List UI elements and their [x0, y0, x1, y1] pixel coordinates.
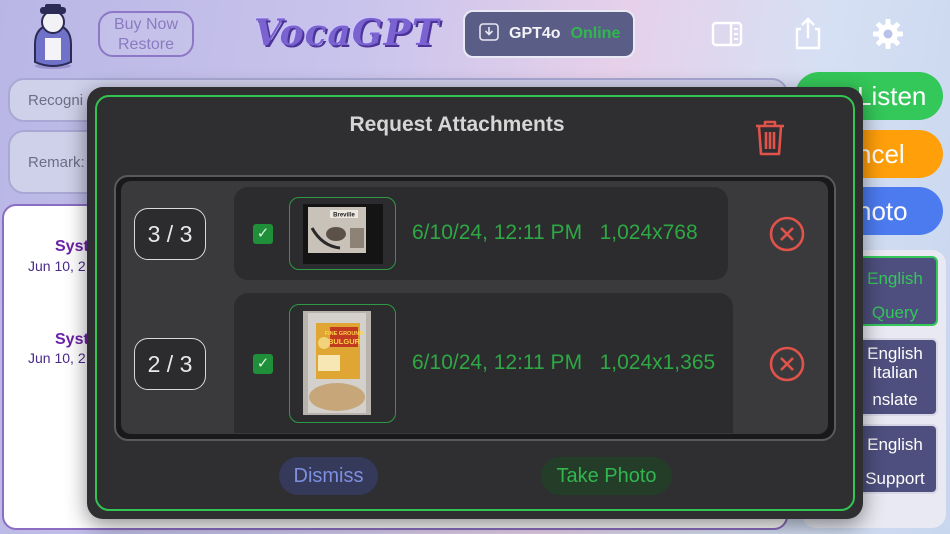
- entry-sender: Syst: [55, 238, 89, 255]
- query-lang-label: English: [867, 269, 923, 288]
- photo-label: hoto: [857, 196, 908, 226]
- translate-mode-button[interactable]: English Italian nslate: [852, 338, 938, 416]
- restore-label: Restore: [117, 36, 175, 53]
- support-mode-button[interactable]: English Support: [852, 424, 938, 494]
- attachment-counter: 3 / 3: [134, 208, 206, 260]
- attachment-thumbnail[interactable]: Breville: [289, 197, 396, 270]
- remove-circle-icon[interactable]: [768, 215, 806, 253]
- download-icon: [479, 22, 499, 46]
- gear-icon[interactable]: [872, 18, 904, 50]
- app-logo: VocaGPT: [254, 12, 440, 54]
- attachment-checkbox[interactable]: ✓: [253, 224, 273, 244]
- attachment-meta: 6/10/24, 12:11 PM 1,024x768: [412, 221, 698, 245]
- model-name: GPT4o: [509, 25, 561, 42]
- query-mode-label: Query: [871, 303, 919, 322]
- attachment-date: 6/10/24, 12:11 PM: [412, 351, 583, 374]
- entry-date: Jun 10, 2: [28, 350, 86, 366]
- list-item[interactable]: Syst: [55, 238, 89, 256]
- sidebar-toggle-icon[interactable]: [711, 18, 743, 50]
- attachment-meta: 6/10/24, 12:11 PM 1,024x1,365: [412, 351, 715, 375]
- translate-mode-label: nslate: [872, 390, 918, 409]
- attachment-date: 6/10/24, 12:11 PM: [412, 221, 583, 244]
- share-icon[interactable]: [792, 16, 824, 50]
- avatar-icon[interactable]: [30, 4, 76, 70]
- recognize-placeholder: Recogni: [28, 92, 84, 109]
- support-lang-label: English: [867, 435, 923, 454]
- buy-restore-button[interactable]: Buy Now Restore: [98, 11, 194, 57]
- query-mode-button[interactable]: English Query: [852, 256, 938, 326]
- attachment-counter: 2 / 3: [134, 338, 206, 390]
- dismiss-button[interactable]: Dismiss: [279, 457, 378, 495]
- remark-label: Remark:: [28, 154, 85, 171]
- attachment-size: 1,024x1,365: [599, 351, 716, 374]
- entry-sender: Syst: [55, 331, 89, 348]
- trash-icon[interactable]: [752, 118, 788, 158]
- attachment-checkbox[interactable]: ✓: [253, 354, 273, 374]
- breville-photo: Breville: [303, 204, 383, 264]
- take-photo-button[interactable]: Take Photo: [541, 457, 672, 495]
- entry-date: Jun 10, 2: [28, 258, 86, 274]
- buy-now-label: Buy Now: [113, 16, 179, 33]
- model-selector[interactable]: GPT4o Online: [463, 10, 635, 58]
- bulgur-photo: FINE GROUND BULGUR: [303, 311, 371, 415]
- list-item[interactable]: Syst: [55, 331, 89, 349]
- modal-title: Request Attachments: [349, 113, 565, 136]
- translate-source-label: English: [867, 344, 923, 363]
- model-status: Online: [570, 25, 621, 42]
- listen-label: Listen: [857, 81, 927, 111]
- cancel-label: ncel: [857, 139, 905, 169]
- svg-text:BULGUR: BULGUR: [328, 337, 361, 346]
- attachment-size: 1,024x768: [599, 221, 698, 244]
- support-mode-label: Support: [865, 469, 925, 488]
- svg-text:Breville: Breville: [333, 213, 355, 219]
- remove-circle-icon[interactable]: [768, 345, 806, 383]
- translate-target-label: Italian: [872, 363, 918, 382]
- attachment-thumbnail[interactable]: FINE GROUND BULGUR: [289, 304, 396, 423]
